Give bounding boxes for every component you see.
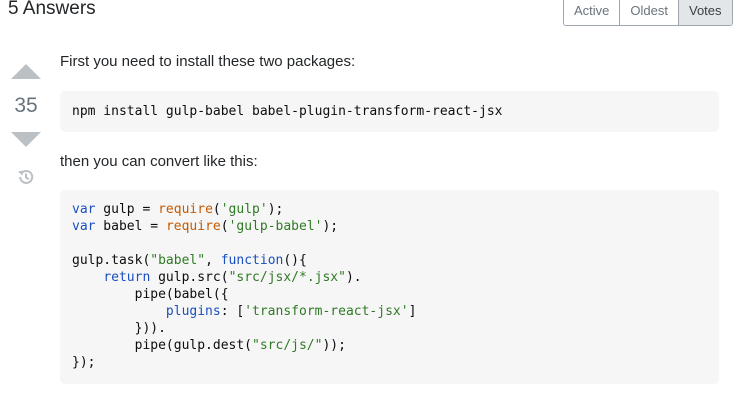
- code-token: plugins: [165, 304, 221, 319]
- code-line: var babel = require('gulp-babel');: [72, 218, 707, 235]
- code-token: (){: [283, 253, 307, 268]
- code-line: plugins: ['transform-react-jsx']: [72, 303, 707, 320]
- code-token: );: [322, 219, 339, 234]
- code-line: npm install gulp-babel babel-plugin-tran…: [72, 104, 503, 119]
- code-token: gulp =: [95, 202, 159, 217]
- caret-up-icon[interactable]: [10, 62, 42, 80]
- sort-tab-active[interactable]: Active: [564, 0, 621, 25]
- code-token: var: [72, 219, 96, 234]
- code-token: 'transform-react-jsx': [244, 304, 409, 319]
- code-token: ));: [322, 338, 346, 353]
- code-token: gulp.src(: [150, 270, 229, 285]
- code-line: return gulp.src("src/jsx/*.jsx").: [72, 269, 707, 286]
- code-token: require: [165, 219, 221, 234]
- code-token: require: [158, 202, 213, 217]
- answer-paragraph-install: First you need to install these two pack…: [60, 53, 356, 70]
- code-line: })).: [72, 320, 707, 337]
- code-token: return: [103, 270, 151, 285]
- code-token: pipe(babel({: [72, 287, 229, 302]
- code-token: (: [220, 219, 229, 234]
- code-token: function: [220, 253, 284, 268]
- answer-sort-tabs: Active Oldest Votes: [563, 0, 733, 26]
- sort-tab-oldest[interactable]: Oldest: [620, 0, 679, 25]
- sort-tab-votes[interactable]: Votes: [678, 0, 732, 25]
- gulp-code-block: var gulp = require('gulp'); var babel = r…: [60, 190, 719, 384]
- code-token: ).: [345, 270, 362, 285]
- install-command-block: npm install gulp-babel babel-plugin-tran…: [60, 91, 719, 132]
- code-token: "src/js/": [252, 338, 323, 353]
- code-token: });: [72, 355, 96, 370]
- code-token: })).: [72, 321, 166, 336]
- vote-count: 35: [14, 94, 38, 117]
- code-token: );: [267, 202, 284, 217]
- code-token: 'gulp': [220, 202, 268, 217]
- code-line: gulp.task("babel", function(){: [72, 252, 707, 269]
- code-token: (: [212, 202, 221, 217]
- caret-down-icon[interactable]: [10, 131, 42, 149]
- code-token: "babel": [150, 253, 206, 268]
- code-line: pipe(babel({: [72, 286, 707, 303]
- code-line: pipe(gulp.dest("src/js/"));: [72, 337, 707, 354]
- code-token: : [: [220, 304, 245, 319]
- code-token: pipe(gulp.dest(: [72, 338, 253, 353]
- code-token: ]: [408, 304, 417, 319]
- code-token: babel =: [95, 219, 166, 234]
- code-line: var gulp = require('gulp');: [72, 201, 707, 218]
- answers-count-title: 5 Answers: [8, 0, 96, 19]
- code-token: 'gulp-babel': [228, 219, 323, 234]
- code-token: gulp.task(: [72, 253, 151, 268]
- code-token: ,: [205, 253, 221, 268]
- code-token: "src/jsx/*.jsx": [228, 270, 346, 285]
- history-icon[interactable]: [16, 167, 36, 187]
- answer-paragraph-convert: then you can convert like this:: [60, 153, 258, 170]
- code-line: });: [72, 354, 707, 371]
- code-token: var: [72, 202, 96, 217]
